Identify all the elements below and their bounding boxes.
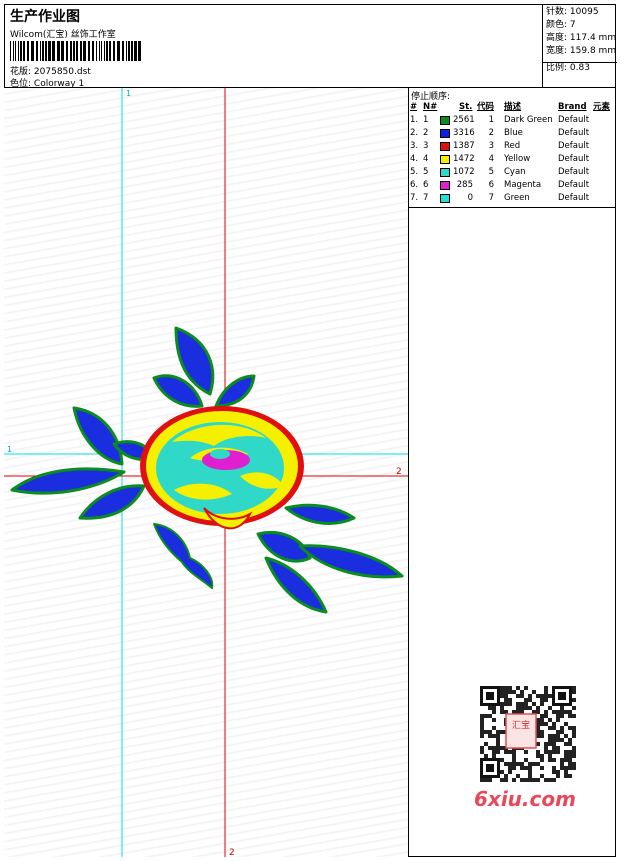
row-number: 3 <box>423 141 429 151</box>
row-number: 2 <box>423 128 429 138</box>
color-table: # N# St. 代码 描述 Brand 元素 1. 1 2561 1 Dark Gre… <box>409 101 616 205</box>
col-code: 代码 <box>477 102 495 112</box>
col-description: 描述 <box>504 102 522 112</box>
stat-stitches: 针数: 10095 <box>546 7 599 17</box>
row-brand: Default <box>558 193 590 203</box>
seal-text: 汇宝 <box>512 719 530 731</box>
row-index: 4. <box>410 154 419 164</box>
color-table-header: # N# St. 代码 描述 Brand 元素 <box>409 101 616 114</box>
row-brand: Default <box>558 180 590 190</box>
stat-scale: 比例: 0.83 <box>546 63 590 73</box>
qr-code: 汇宝 <box>480 686 576 782</box>
row-brand: Default <box>558 115 590 125</box>
row-index: 7. <box>410 193 419 203</box>
row-number: 1 <box>423 115 429 125</box>
row-number: 6 <box>423 180 429 190</box>
row-brand: Default <box>558 167 590 177</box>
row-stitches: 3316 <box>453 128 475 138</box>
row-description: Cyan <box>504 167 526 177</box>
seal-stamp <box>505 713 537 749</box>
site-logo: 6xiu.com <box>474 787 576 811</box>
color-swatch <box>440 194 450 203</box>
row-number: 7 <box>423 193 429 203</box>
row-code: 4 <box>488 154 494 164</box>
color-swatch <box>440 116 450 125</box>
color-row: 1. 1 2561 1 Dark Green Default <box>409 114 616 127</box>
col-stitches: St. <box>459 102 473 112</box>
stat-width: 宽度: 159.8 mm <box>546 46 617 56</box>
row-description: Red <box>504 141 521 151</box>
flower-rose <box>140 406 304 530</box>
color-row: 4. 4 1472 4 Yellow Default <box>409 153 616 166</box>
row-index: 2. <box>410 128 419 138</box>
row-number: 4 <box>423 154 429 164</box>
row-description: Magenta <box>504 180 542 190</box>
row-brand: Default <box>558 128 590 138</box>
color-row: 2. 2 3316 2 Blue Default <box>409 127 616 140</box>
color-row: 7. 7 0 7 Green Default <box>409 192 616 205</box>
row-code: 3 <box>488 141 494 151</box>
row-index: 5. <box>410 167 419 177</box>
row-stitches: 1387 <box>453 141 475 151</box>
row-index: 1. <box>410 115 419 125</box>
row-code: 1 <box>488 115 494 125</box>
col-index: # <box>410 102 418 112</box>
embroidery-preview: 1 1 2 2 <box>4 88 408 857</box>
guide-h1-label: 1 <box>7 445 12 454</box>
col-element: 元素 <box>593 102 611 112</box>
page-title: 生产作业图 <box>10 9 80 25</box>
color-swatch <box>440 142 450 151</box>
color-swatch <box>440 155 450 164</box>
row-number: 5 <box>423 167 429 177</box>
color-swatch <box>440 181 450 190</box>
row-stitches: 1472 <box>453 154 475 164</box>
row-code: 5 <box>488 167 494 177</box>
stat-height: 高度: 117.4 mm <box>546 33 617 43</box>
row-stitches: 2561 <box>453 115 475 125</box>
col-brand: Brand <box>558 102 587 112</box>
row-stitches: 0 <box>467 193 473 203</box>
row-code: 7 <box>488 193 494 203</box>
guide-v1-label: 1 <box>126 89 131 98</box>
design-canvas: 1 1 2 2 <box>4 88 409 857</box>
guide-v2-label: 2 <box>229 848 235 857</box>
color-swatch <box>440 129 450 138</box>
barcode <box>10 41 141 61</box>
row-index: 6. <box>410 180 419 190</box>
row-code: 6 <box>488 180 494 190</box>
studio-name: Wilcom(汇宝) 丝饰工作室 <box>10 30 116 40</box>
color-row: 3. 3 1387 3 Red Default <box>409 140 616 153</box>
row-index: 3. <box>410 141 419 151</box>
row-description: Green <box>504 193 530 203</box>
row-code: 2 <box>488 128 494 138</box>
row-description: Blue <box>504 128 523 138</box>
color-swatch <box>440 168 450 177</box>
color-row: 6. 6 285 6 Magenta Default <box>409 179 616 192</box>
row-stitches: 285 <box>456 180 473 190</box>
design-stats: 针数: 10095 颜色: 7 高度: 117.4 mm 宽度: 159.8 m… <box>542 4 617 88</box>
color-row: 5. 5 1072 5 Cyan Default <box>409 166 616 179</box>
row-description: Yellow <box>504 154 531 164</box>
row-brand: Default <box>558 154 590 164</box>
row-stitches: 1072 <box>453 167 475 177</box>
stat-colors: 颜色: 7 <box>546 20 576 30</box>
header: 生产作业图 Wilcom(汇宝) 丝饰工作室 花版: 2075850.dst 色… <box>4 4 617 89</box>
color-table-bottom-rule <box>409 207 616 208</box>
row-description: Dark Green <box>504 115 553 125</box>
row-brand: Default <box>558 141 590 151</box>
col-number: N# <box>423 102 438 112</box>
guide-h2-label: 2 <box>396 467 402 477</box>
